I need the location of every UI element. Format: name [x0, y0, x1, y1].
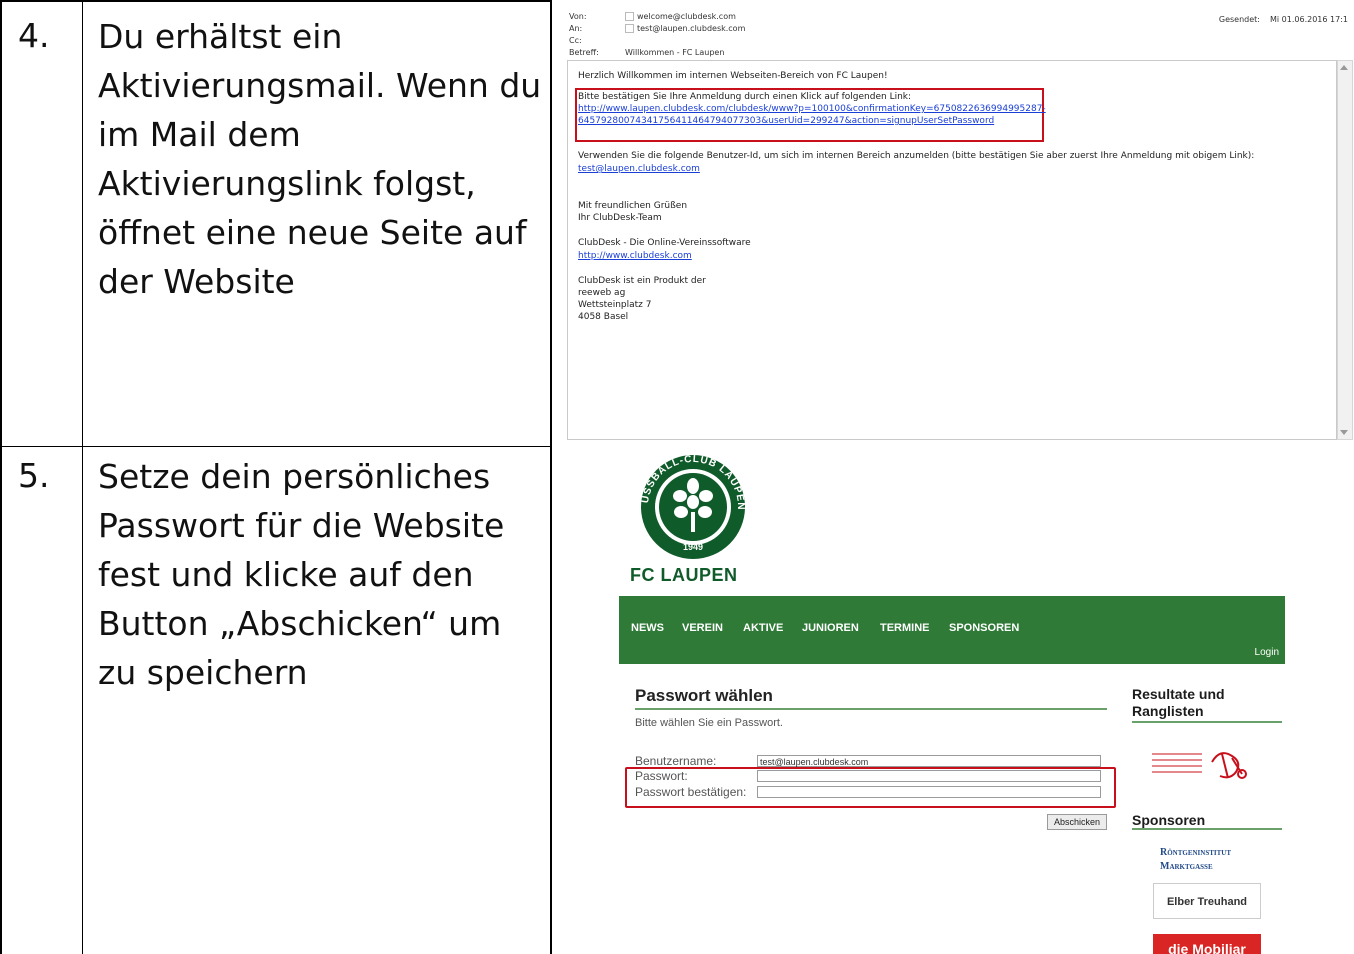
- sponsor-elber[interactable]: Elber Treuhand: [1153, 883, 1261, 919]
- email-greeting: Herzlich Willkommen im internen Webseite…: [578, 71, 888, 81]
- login-link[interactable]: Login: [1255, 647, 1279, 658]
- product-link[interactable]: http://www.clubdesk.com: [578, 251, 692, 261]
- step-text-line: im Mail dem: [98, 115, 301, 154]
- step-text-line: Passwort für die Website: [98, 506, 505, 545]
- email-from-row: Von: welcome@clubdesk.com: [569, 12, 736, 21]
- city: 4058 Basel: [578, 312, 629, 322]
- activation-link-cont[interactable]: 6457928007434175641146479407730​3&userUi…: [578, 116, 994, 126]
- from-label: Von:: [569, 12, 587, 21]
- activation-link[interactable]: http://www.laupen.clubdesk.com/clubdesk/…: [578, 104, 1046, 114]
- sponsor-mobiliar[interactable]: die Mobiliar: [1153, 934, 1261, 954]
- main-nav: NEWS VEREIN AKTIVE JUNIOREN TERMINE SPON…: [619, 596, 1285, 664]
- results-divider: [1132, 721, 1282, 723]
- step-text-line: Du erhältst ein: [98, 17, 343, 56]
- contact-icon: [625, 24, 634, 33]
- step-instruction: Setze dein persönliches Passwort für die…: [98, 452, 504, 697]
- street: Wettsteinplatz 7: [578, 300, 652, 310]
- logo-year: 1949: [683, 542, 703, 552]
- step-number: 5.: [18, 456, 50, 495]
- form-hint: Bitte wählen Sie ein Passwort.: [635, 717, 783, 729]
- sponsor-roentgen-line1: Röntgeninstitut: [1160, 847, 1232, 858]
- team: Ihr ClubDesk-Team: [578, 213, 662, 223]
- club-name: FC LAUPEN: [630, 565, 738, 585]
- to-label: An:: [569, 24, 583, 33]
- nav-aktive[interactable]: AKTIVE: [743, 622, 783, 634]
- step-text-line: zu speichern: [98, 653, 308, 692]
- sponsor-roentgen[interactable]: Röntgeninstitut Marktgasse: [1160, 846, 1231, 874]
- table-border-left: [0, 0, 2, 954]
- product: ClubDesk - Die Online-Vereinssoftware: [578, 238, 751, 248]
- step-text-line: Aktivierungslink folgst,: [98, 164, 476, 203]
- userid-link[interactable]: test@laupen.clubdesk.com: [578, 164, 700, 174]
- username-field[interactable]: test@laupen.clubdesk.com: [757, 755, 1101, 767]
- step-text-line: Button „Abschicken“ um: [98, 604, 502, 643]
- subject-label: Betreff:: [569, 48, 599, 57]
- submit-button[interactable]: Abschicken: [1047, 814, 1107, 830]
- company-intro: ClubDesk ist ein Produkt der: [578, 276, 706, 286]
- email-subject-row: Betreff: Willkommen - FC Laupen: [569, 48, 724, 57]
- confirm-text: Bitte bestätigen Sie Ihre Anmeldung durc…: [578, 92, 912, 102]
- nav-termine[interactable]: TERMINE: [880, 622, 930, 634]
- sent-date: Mi 01.06.2016 17:1: [1270, 15, 1348, 24]
- results-title: Resultate und Ranglisten: [1132, 686, 1225, 719]
- table-divider-number: [82, 0, 83, 954]
- sponsor-roentgen-line2: Marktgasse: [1160, 861, 1213, 872]
- email-subject: Willkommen - FC Laupen: [625, 48, 725, 57]
- username-label: Benutzername:: [635, 754, 717, 768]
- nav-verein[interactable]: VEREIN: [682, 622, 723, 634]
- scroll-down-icon[interactable]: [1340, 430, 1348, 435]
- email-to: test@laupen.clubdesk.com: [637, 24, 746, 33]
- step-text-line: öffnet eine neue Seite auf: [98, 213, 527, 252]
- regards: Mit freundlichen Grüßen: [578, 201, 688, 211]
- page-title: Passwort wählen: [635, 686, 773, 705]
- step-number: 4.: [18, 16, 50, 55]
- email-cc-row: Cc:: [569, 36, 625, 45]
- nav-junioren[interactable]: JUNIOREN: [802, 622, 859, 634]
- sponsors-divider: [1132, 828, 1282, 830]
- cc-label: Cc:: [569, 36, 582, 45]
- scroll-up-icon[interactable]: [1340, 65, 1348, 70]
- title-divider: [635, 708, 1107, 710]
- password-highlight-box: [625, 767, 1116, 808]
- activation-email-screenshot: Von: welcome@clubdesk.com An: test@laupen.…: [563, 8, 1354, 442]
- step-text-line: Setze dein persönliches: [98, 457, 491, 496]
- step-text-line: fest und klicke auf den: [98, 555, 474, 594]
- company: reeweb ag: [578, 288, 626, 298]
- userid-text: Verwenden Sie die folgende Benutzer-Id, …: [578, 151, 1255, 161]
- nav-sponsoren[interactable]: SPONSOREN: [949, 622, 1019, 634]
- step-text-line: Aktivierungsmail. Wenn du: [98, 66, 542, 105]
- step-text-line: der Website: [98, 262, 295, 301]
- club-logo: FUSSBALL-CLUB LAUPEN 1949: [640, 454, 745, 559]
- email-to-row: An: test@laupen.clubdesk.com: [569, 24, 745, 33]
- sponsors-title: Sponsoren: [1132, 812, 1206, 828]
- email-body: Herzlich Willkommen im internen Webseite…: [567, 60, 1337, 440]
- email-from: welcome@clubdesk.com: [637, 12, 736, 21]
- football-association-logo[interactable]: [1152, 744, 1252, 784]
- contact-icon: [625, 12, 634, 21]
- sent-label: Gesendet:: [1218, 15, 1261, 24]
- website-screenshot: FUSSBALL-CLUB LAUPEN 1949 FC LAUPEN NEWS…: [552, 446, 1354, 954]
- email-sent: Gesendet: Mi 01.06.2016 17:1: [1219, 15, 1348, 24]
- step-instruction: Du erhältst ein Aktivierungsmail. Wenn d…: [98, 12, 541, 306]
- email-scrollbar[interactable]: [1337, 60, 1353, 440]
- nav-news[interactable]: NEWS: [631, 622, 664, 634]
